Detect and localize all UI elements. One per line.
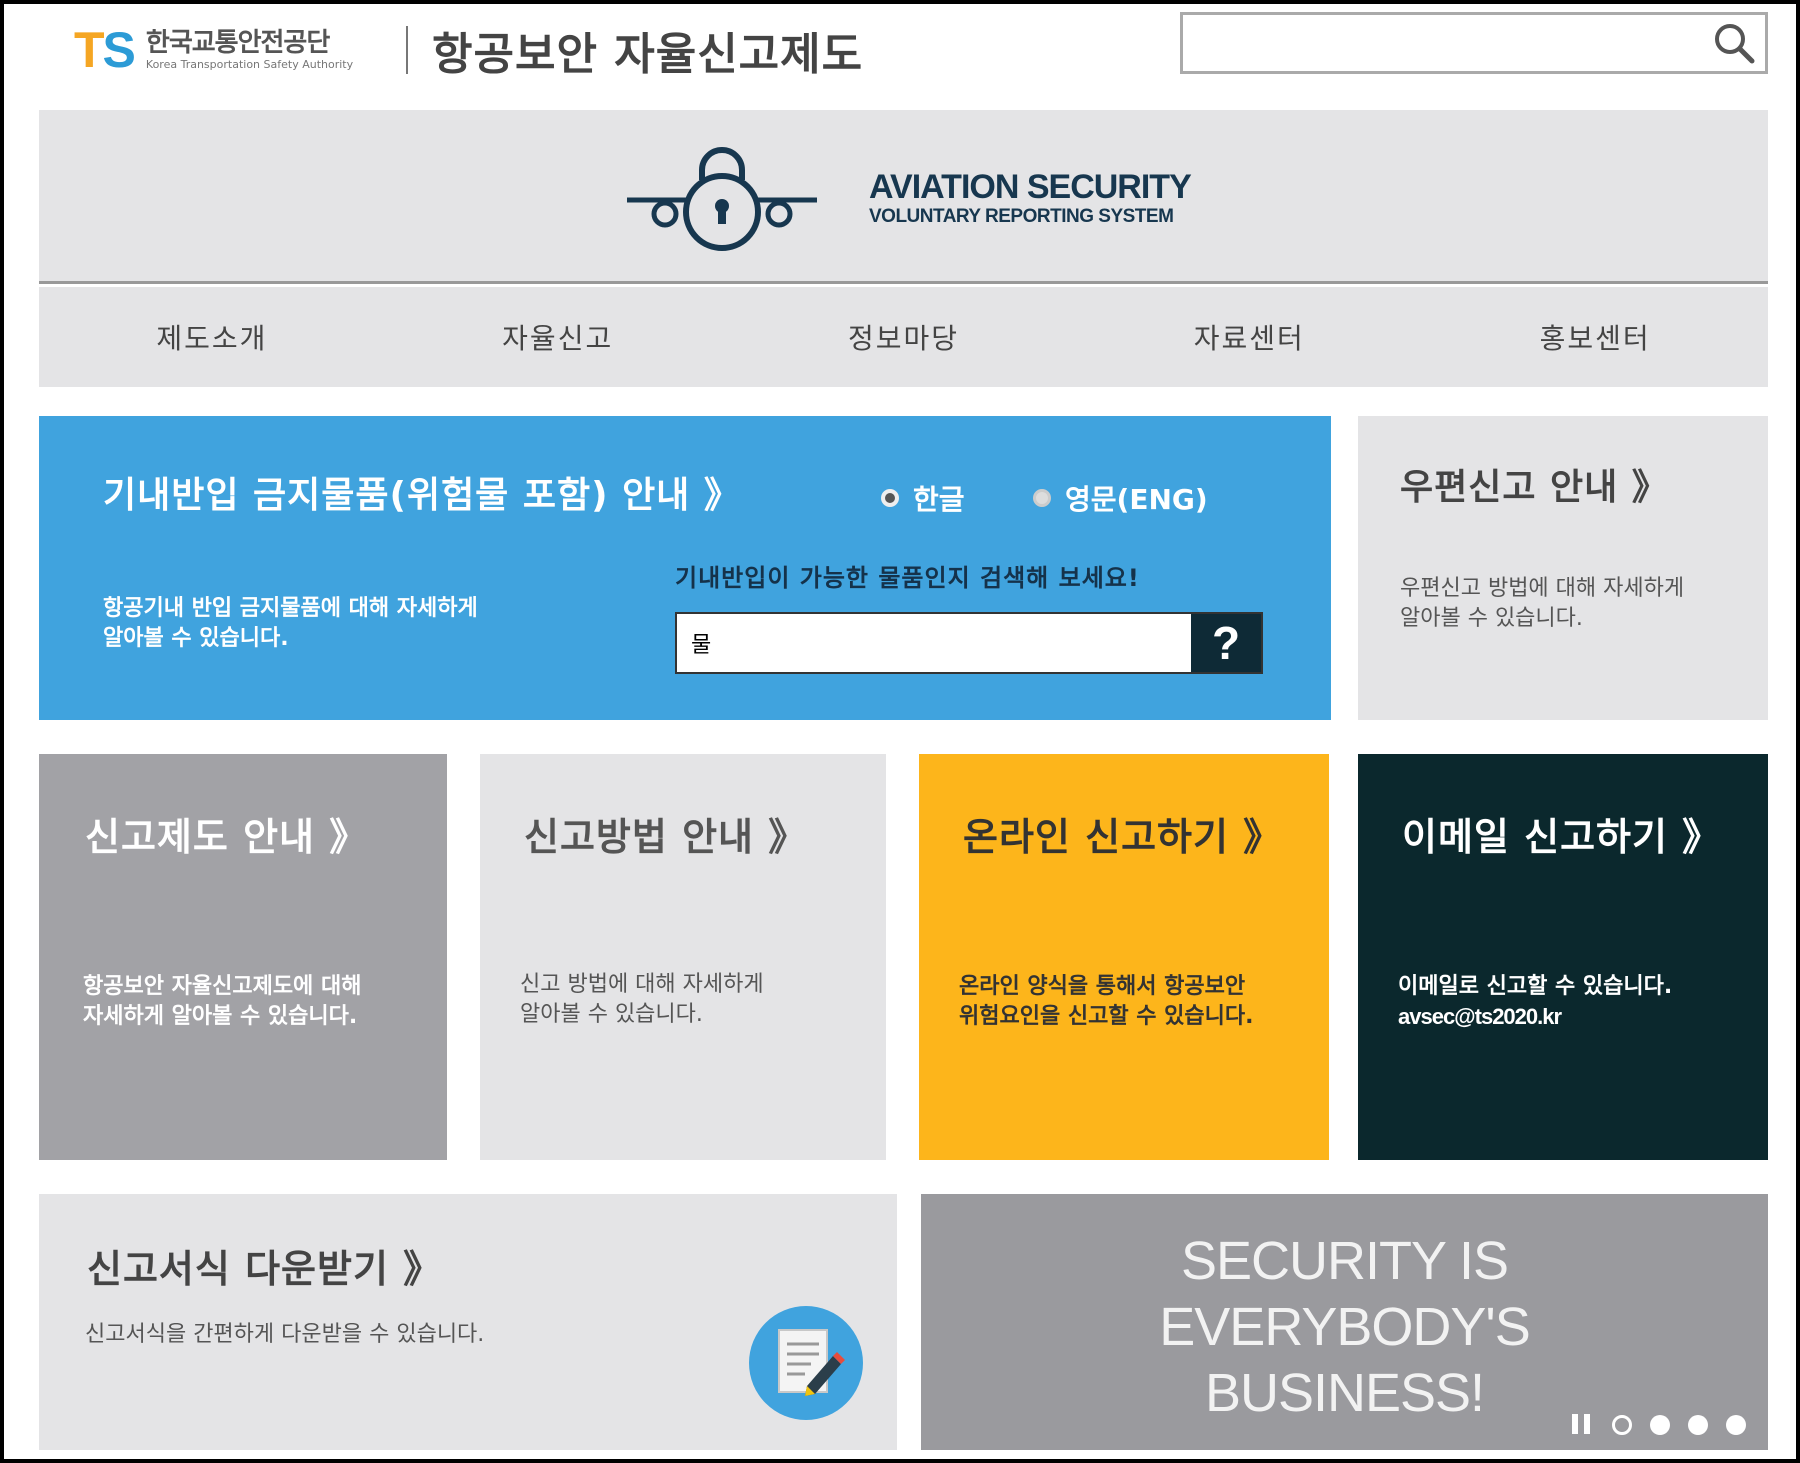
slogan-line: SECURITY IS xyxy=(1180,1231,1509,1291)
logo-mark: TS xyxy=(74,22,136,78)
main-nav: 제도소개 자율신고 정보마당 자료센터 홍보센터 xyxy=(39,287,1768,387)
postal-report-tile[interactable]: 우편신고 안내 》 우편신고 방법에 대해 자세하게 알아볼 수 있습니다. xyxy=(1358,416,1768,720)
nav-item-report[interactable]: 자율신고 xyxy=(385,287,731,387)
slogan-text: SECURITY IS EVERYBODY'S BUSINESS! xyxy=(921,1228,1768,1426)
slide-dot[interactable] xyxy=(1650,1415,1670,1435)
online-report-title[interactable]: 온라인 신고하기 》 xyxy=(963,806,1282,861)
nav-item-pr[interactable]: 홍보센터 xyxy=(1422,287,1768,387)
reporting-method-tile[interactable]: 신고방법 안내 》 신고 방법에 대해 자세하게 알아볼 수 있습니다. xyxy=(480,754,886,1160)
postal-report-desc: 우편신고 방법에 대해 자세하게 알아볼 수 있습니다. xyxy=(1400,576,1685,631)
document-edit-icon xyxy=(749,1306,863,1420)
item-search-button[interactable]: ? xyxy=(1191,614,1261,672)
banner-title-main: AVIATION SECURITY xyxy=(869,168,1192,206)
guide-desc: 항공보안 자율신고제도에 대해 자세하게 알아볼 수 있습니다. xyxy=(83,974,362,1029)
ts-logo[interactable]: TS 한국교통안전공단 Korea Transportation Safety … xyxy=(74,22,353,78)
online-report-desc: 온라인 양식을 통해서 항공보안 위험요인을 신고할 수 있습니다. xyxy=(959,974,1254,1029)
nav-item-info[interactable]: 정보마당 xyxy=(731,287,1077,387)
slogan-slider: SECURITY IS EVERYBODY'S BUSINESS! xyxy=(921,1194,1768,1450)
header-divider xyxy=(406,26,408,74)
email-report-title[interactable]: 이메일 신고하기 》 xyxy=(1402,806,1721,861)
radio-selected-icon xyxy=(881,489,899,507)
reporting-system-guide-tile[interactable]: 신고제도 안내 》 항공보안 자율신고제도에 대해 자세하게 알아볼 수 있습니… xyxy=(39,754,447,1160)
email-report-desc: 이메일로 신고할 수 있습니다. avsec@ts2020.kr xyxy=(1398,972,1672,1031)
item-search-input[interactable] xyxy=(677,614,1193,672)
lang-option-korean[interactable]: 한글 xyxy=(881,478,965,518)
nav-item-resources[interactable]: 자료센터 xyxy=(1076,287,1422,387)
method-title[interactable]: 신고방법 안내 》 xyxy=(524,806,807,861)
guide-title[interactable]: 신고제도 안내 》 xyxy=(85,806,368,861)
email-report-tile[interactable]: 이메일 신고하기 》 이메일로 신고할 수 있습니다. avsec@ts2020… xyxy=(1358,754,1768,1160)
slider-controls xyxy=(1572,1414,1746,1436)
email-report-text: 이메일로 신고할 수 있습니다. xyxy=(1398,974,1673,999)
prohibited-items-desc: 항공기내 반입 금지물품에 대해 자세하게 알아볼 수 있습니다. xyxy=(103,596,478,651)
nav-item-intro[interactable]: 제도소개 xyxy=(39,287,385,387)
banner-title: AVIATION SECURITY VOLUNTARY REPORTING SY… xyxy=(869,168,1192,228)
slide-dot[interactable] xyxy=(1726,1415,1746,1435)
search-button[interactable] xyxy=(1711,21,1757,67)
search-icon xyxy=(1715,24,1755,64)
site-search xyxy=(1180,12,1768,74)
method-desc: 신고 방법에 대해 자세하게 알아볼 수 있습니다. xyxy=(520,972,764,1027)
banner-title-sub: VOLUNTARY REPORTING SYSTEM xyxy=(869,206,1174,227)
pause-icon[interactable] xyxy=(1572,1414,1594,1436)
form-download-desc: 신고서식을 간편하게 다운받을 수 있습니다. xyxy=(85,1322,485,1347)
radio-unselected-icon xyxy=(1033,489,1051,507)
slide-dot[interactable] xyxy=(1612,1415,1632,1435)
form-download-tile[interactable]: 신고서식 다운받기 》 신고서식을 간편하게 다운받을 수 있습니다. xyxy=(39,1194,897,1450)
logo-text: 한국교통안전공단 Korea Transportation Safety Aut… xyxy=(146,29,353,71)
lang-option-label: 한글 xyxy=(913,483,965,516)
lang-option-english[interactable]: 영문(ENG) xyxy=(1033,478,1208,518)
slogan-line: EVERYBODY'S xyxy=(1159,1297,1530,1357)
item-search: ? xyxy=(675,612,1263,674)
prohibited-items-link[interactable]: 기내반입 금지물품(위험물 포함) 안내 》 xyxy=(103,466,741,518)
site-title[interactable]: 항공보안 자율신고제도 xyxy=(432,18,863,82)
page-frame: TS 한국교통안전공단 Korea Transportation Safety … xyxy=(4,4,1796,1459)
postal-report-title[interactable]: 우편신고 안내 》 xyxy=(1400,458,1669,510)
lang-option-label: 영문(ENG) xyxy=(1065,483,1208,516)
org-name-ko: 한국교통안전공단 xyxy=(145,28,330,59)
form-download-title[interactable]: 신고서식 다운받기 》 xyxy=(87,1238,442,1293)
airplane-lock-icon xyxy=(627,147,817,251)
hero-banner: AVIATION SECURITY VOLUNTARY REPORTING SY… xyxy=(39,110,1768,284)
email-address[interactable]: avsec@ts2020.kr xyxy=(1398,1002,1672,1032)
slide-dot[interactable] xyxy=(1688,1415,1708,1435)
online-report-tile[interactable]: 온라인 신고하기 》 온라인 양식을 통해서 항공보안 위험요인을 신고할 수 … xyxy=(919,754,1329,1160)
item-search-hint: 기내반입이 가능한 물품인지 검색해 보세요! xyxy=(675,564,1140,592)
org-name-en: Korea Transportation Safety Authority xyxy=(145,57,354,71)
prohibited-items-tile: 기내반입 금지물품(위험물 포함) 안내 》 한글 영문(ENG) 항공기내 반… xyxy=(39,416,1331,720)
search-input[interactable] xyxy=(1183,15,1703,71)
